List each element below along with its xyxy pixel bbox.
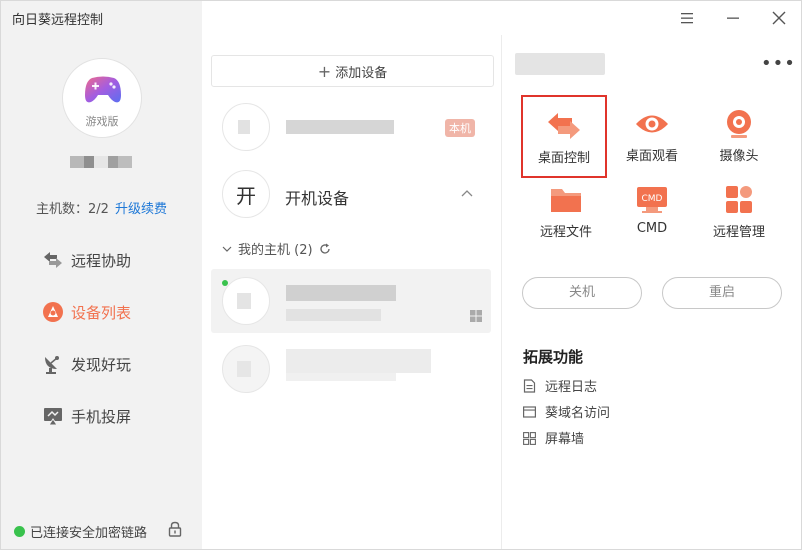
camera-icon bbox=[727, 110, 751, 138]
boot-devices-label: 开机设备 bbox=[285, 189, 350, 208]
nav-label: 发现好玩 bbox=[71, 355, 132, 374]
nav-item-screen-cast[interactable]: 手机投屏 bbox=[41, 403, 131, 429]
ext-label: 远程日志 bbox=[545, 380, 598, 395]
host-group-header[interactable]: 我的主机 (2) bbox=[222, 239, 331, 258]
domain-access-item[interactable]: 葵域名访问 bbox=[523, 402, 610, 421]
remote-assist-icon bbox=[44, 252, 62, 268]
app-title: 向日葵远程控制 bbox=[12, 13, 104, 28]
restart-button[interactable]: 重启 bbox=[662, 277, 782, 309]
minimize-icon[interactable] bbox=[721, 7, 745, 29]
cmd-icon-text: CMD bbox=[642, 194, 663, 204]
fn-label: CMD bbox=[636, 221, 668, 236]
nav-item-discover[interactable]: 发现好玩 bbox=[41, 351, 131, 377]
nav-label: 远程协助 bbox=[71, 251, 132, 270]
domain-icon bbox=[523, 405, 536, 418]
host-list-item[interactable] bbox=[211, 269, 491, 333]
local-badge: 本机 bbox=[445, 119, 475, 137]
chevron-down-icon bbox=[222, 246, 232, 252]
grid-manage-icon bbox=[726, 186, 752, 213]
device-list-panel: + 添加设备 本机 开 开机设备 我的主机 (2) bbox=[202, 35, 501, 549]
screen-wall-icon bbox=[523, 431, 536, 445]
desktop-control-icon bbox=[548, 113, 580, 139]
camera-button[interactable]: 摄像头 bbox=[696, 109, 782, 164]
fn-label: 桌面观看 bbox=[625, 149, 678, 164]
connection-status-dot bbox=[14, 526, 25, 537]
fn-label: 远程管理 bbox=[712, 225, 765, 240]
screen-cast-icon bbox=[44, 408, 62, 426]
desktop-control-button[interactable]: 桌面控制 bbox=[521, 95, 607, 178]
local-device-name-redacted bbox=[286, 120, 394, 134]
ext-label: 葵域名访问 bbox=[545, 406, 611, 421]
connection-status-text: 已连接安全加密链路 bbox=[30, 526, 148, 541]
host-avatar bbox=[222, 277, 270, 325]
host-avatar bbox=[222, 345, 270, 393]
menu-icon[interactable] bbox=[675, 7, 699, 29]
host-detail-redacted bbox=[286, 309, 381, 321]
fn-label: 摄像头 bbox=[719, 149, 759, 164]
extensions-title: 拓展功能 bbox=[523, 348, 584, 366]
more-options-icon[interactable]: ••• bbox=[761, 53, 796, 74]
folder-icon bbox=[551, 189, 581, 212]
nav-label: 设备列表 bbox=[71, 303, 132, 322]
log-icon bbox=[523, 378, 536, 393]
host-name-redacted bbox=[286, 349, 431, 373]
device-detail-panel: ••• 桌面控制 桌面观看 摄像头 远程文件 CMD CMD 远程管理 关机 重… bbox=[501, 35, 801, 549]
ext-label: 屏幕墙 bbox=[545, 432, 585, 447]
device-name-redacted bbox=[515, 53, 605, 75]
host-group-label: 我的主机 (2) bbox=[238, 243, 313, 258]
connection-status: 已连接安全加密链路 bbox=[14, 522, 147, 541]
screen-wall-item[interactable]: 屏幕墙 bbox=[523, 428, 584, 447]
cmd-icon: CMD bbox=[637, 187, 667, 213]
upgrade-link[interactable]: 升级续费 bbox=[115, 202, 167, 217]
lock-icon[interactable] bbox=[168, 521, 182, 537]
fn-label: 桌面控制 bbox=[537, 151, 590, 166]
plus-icon: + bbox=[317, 61, 332, 81]
edition-label: 游戏版 bbox=[85, 115, 119, 128]
fn-label: 远程文件 bbox=[539, 225, 592, 240]
online-status-dot bbox=[222, 280, 228, 286]
nav-item-remote-assist[interactable]: 远程协助 bbox=[41, 247, 131, 273]
boot-device-icon: 开 bbox=[222, 170, 270, 218]
nav-label: 手机投屏 bbox=[71, 407, 132, 426]
remote-log-item[interactable]: 远程日志 bbox=[523, 376, 597, 395]
add-device-button[interactable]: + 添加设备 bbox=[211, 55, 494, 87]
add-device-label: 添加设备 bbox=[335, 65, 388, 81]
eye-icon bbox=[636, 115, 668, 133]
chevron-up-icon[interactable] bbox=[460, 188, 474, 198]
windows-icon bbox=[470, 310, 482, 322]
host-detail-redacted bbox=[286, 373, 396, 381]
close-icon[interactable] bbox=[767, 7, 791, 29]
host-name-redacted bbox=[286, 285, 396, 301]
remote-file-button[interactable]: 远程文件 bbox=[523, 185, 609, 240]
remote-manage-button[interactable]: 远程管理 bbox=[696, 185, 782, 240]
refresh-icon[interactable] bbox=[319, 243, 331, 255]
boot-icon-char: 开 bbox=[236, 183, 256, 208]
shutdown-button[interactable]: 关机 bbox=[522, 277, 642, 309]
cmd-button[interactable]: CMD CMD bbox=[609, 185, 695, 236]
nav-item-device-list[interactable]: 设备列表 bbox=[41, 299, 131, 325]
sidebar: 向日葵远程控制 游戏版 主机数：2/2 升级续费 远程协助 设备列表 发现好玩 … bbox=[1, 1, 202, 549]
host-count-text: 主机数：2/2 bbox=[36, 202, 109, 217]
host-count: 主机数：2/2 升级续费 bbox=[1, 198, 202, 217]
local-device-avatar bbox=[222, 103, 270, 151]
app-window: 向日葵远程控制 游戏版 主机数：2/2 升级续费 远程协助 设备列表 发现好玩 … bbox=[0, 0, 802, 550]
device-list-icon bbox=[43, 302, 63, 322]
gamepad-icon bbox=[85, 76, 121, 103]
avatar[interactable]: 游戏版 bbox=[62, 58, 142, 138]
satellite-dish-icon bbox=[45, 356, 59, 374]
desktop-view-button[interactable]: 桌面观看 bbox=[609, 109, 695, 164]
username-redacted bbox=[70, 156, 132, 168]
